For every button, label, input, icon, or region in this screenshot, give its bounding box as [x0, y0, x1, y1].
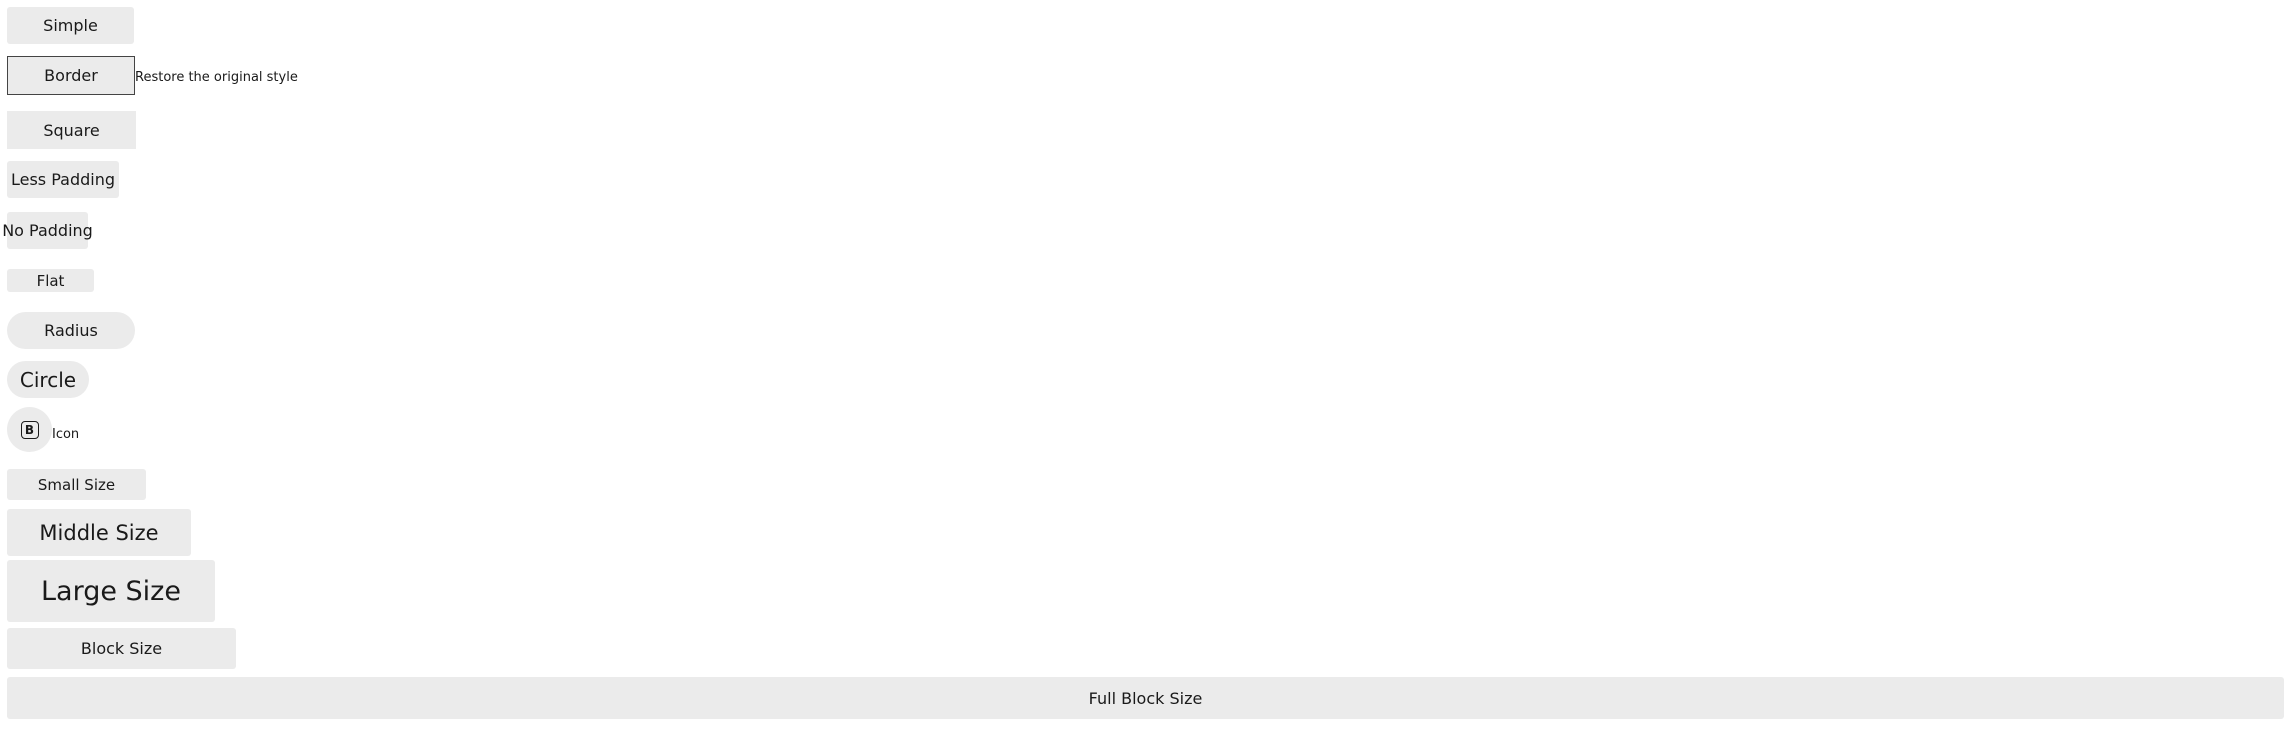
no-padding-button-label: No Padding: [2, 221, 93, 240]
simple-button-label: Simple: [43, 16, 98, 35]
icon-button[interactable]: B: [7, 407, 52, 452]
icon-note: Icon: [52, 427, 80, 442]
radius-button-label: Radius: [44, 321, 98, 340]
circle-button[interactable]: Circle: [7, 361, 89, 398]
full-block-size-button-label: Full Block Size: [1088, 688, 1203, 708]
circle-button-label: Circle: [19, 367, 77, 392]
block-size-button-label: Block Size: [80, 639, 163, 658]
simple-button[interactable]: Simple: [7, 7, 134, 44]
flat-button-label: Flat: [36, 271, 65, 290]
radius-button[interactable]: Radius: [7, 312, 135, 349]
middle-size-button-label: Middle Size: [39, 520, 159, 545]
small-size-button[interactable]: Small Size: [7, 469, 146, 500]
less-padding-button[interactable]: Less Padding: [7, 161, 119, 198]
flat-button[interactable]: Flat: [7, 269, 94, 292]
border-button-label: Border: [44, 66, 98, 85]
square-button[interactable]: Square: [7, 111, 136, 149]
less-padding-button-label: Less Padding: [10, 170, 116, 189]
border-button[interactable]: Border: [7, 56, 135, 95]
bold-b-icon: B: [20, 420, 39, 439]
block-size-button[interactable]: Block Size: [7, 628, 236, 669]
full-block-size-button[interactable]: Full Block Size: [7, 677, 2284, 719]
square-button-label: Square: [43, 120, 100, 140]
large-size-button[interactable]: Large Size: [7, 560, 215, 622]
border-note: Restore the original style: [135, 70, 298, 85]
no-padding-button[interactable]: No Padding: [2, 212, 93, 249]
middle-size-button[interactable]: Middle Size: [7, 509, 191, 556]
small-size-button-label: Small Size: [37, 475, 116, 494]
large-size-button-label: Large Size: [41, 575, 181, 607]
